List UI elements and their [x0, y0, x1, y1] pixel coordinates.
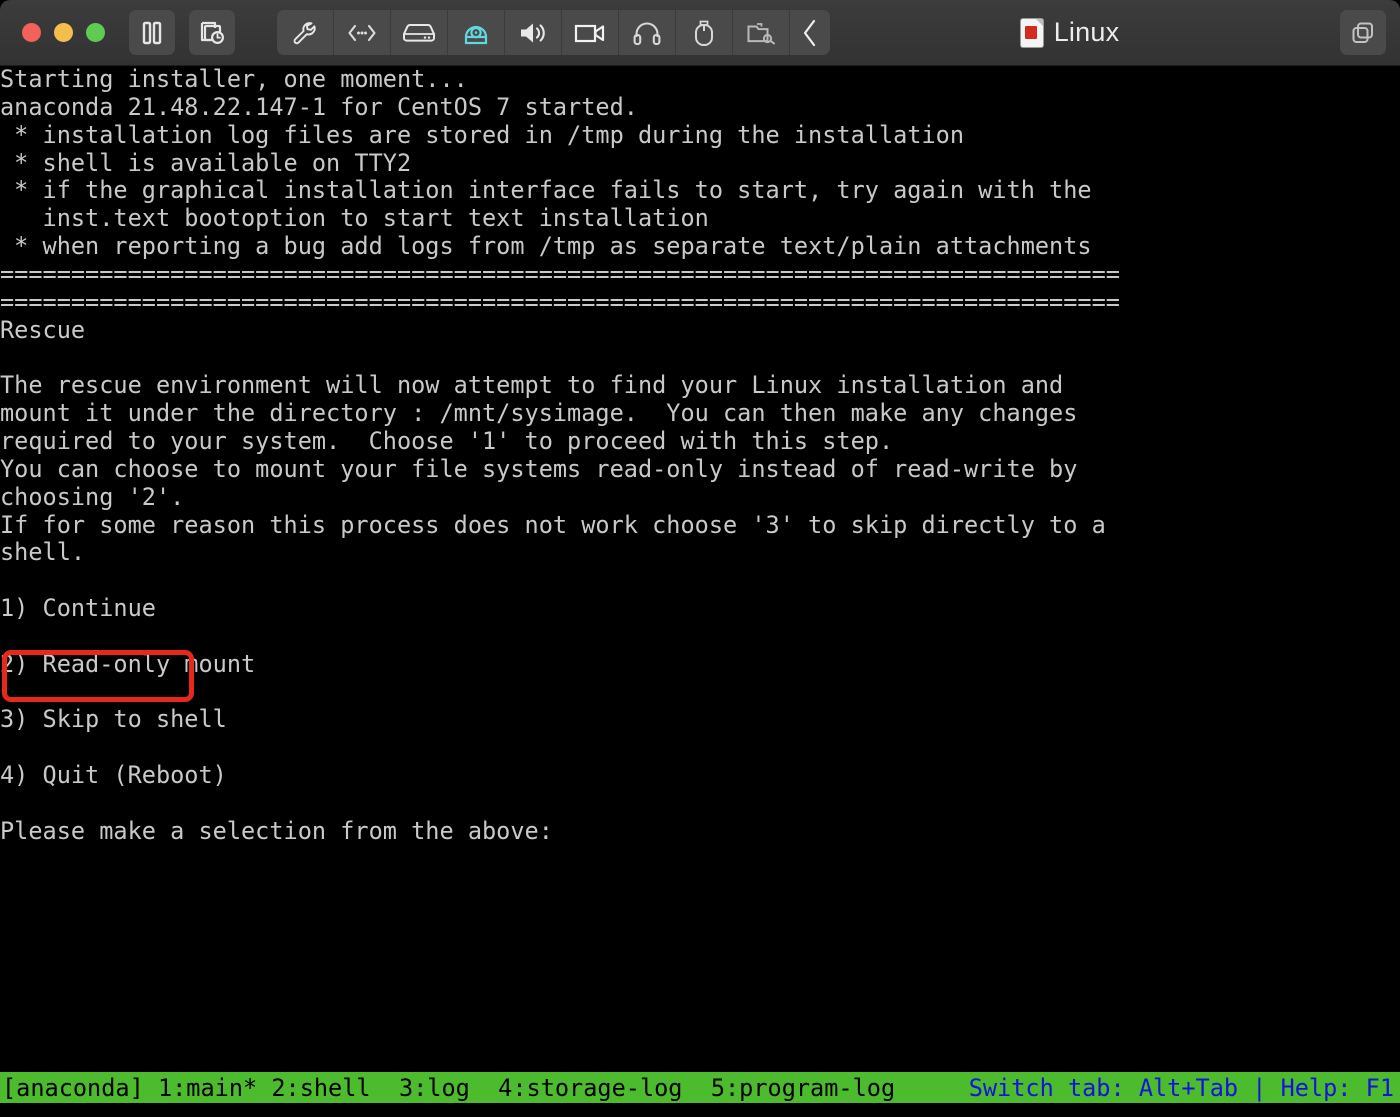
- view-mode-button[interactable]: [1340, 10, 1386, 55]
- mouse-icon: [695, 20, 713, 46]
- hard-disk-button[interactable]: [391, 10, 448, 55]
- pause-button[interactable]: [129, 10, 175, 55]
- sound-button[interactable]: [505, 10, 562, 55]
- maximize-button[interactable]: [86, 23, 105, 42]
- vm-window: Linux Starting installer, one moment... …: [0, 0, 1400, 1117]
- minimize-button[interactable]: [54, 23, 73, 42]
- tmux-tabs-list[interactable]: [anaconda] 1:main* 2:shell 3:log 4:stora…: [0, 1074, 895, 1102]
- headphones-button[interactable]: [619, 10, 676, 55]
- snapshot-clock-icon: [200, 21, 225, 44]
- video-camera-icon: [574, 24, 605, 42]
- snapshot-button[interactable]: [189, 10, 235, 55]
- cd-dvd-button[interactable]: [448, 10, 505, 55]
- hard-disk-icon: [403, 23, 435, 42]
- speaker-icon: [521, 23, 545, 42]
- traffic-light-group: [22, 23, 105, 42]
- cd-dvd-icon: [464, 25, 488, 44]
- tmux-status-bar: [anaconda] 1:main* 2:shell 3:log 4:stora…: [0, 1072, 1400, 1103]
- shared-folder-icon: [747, 22, 775, 44]
- close-button[interactable]: [22, 23, 41, 42]
- windows-stack-icon: [1352, 22, 1373, 43]
- tmux-help-hint: Switch tab: Alt+Tab | Help: F1: [968, 1073, 1394, 1102]
- camera-button[interactable]: [562, 10, 619, 55]
- settings-button[interactable]: [277, 10, 334, 55]
- console-output: Starting installer, one moment... anacon…: [0, 66, 1120, 845]
- window-titlebar: Linux: [0, 0, 1400, 66]
- window-title-area: Linux: [800, 17, 1340, 48]
- window-title: Linux: [1053, 17, 1120, 47]
- headphones-icon: [633, 22, 661, 45]
- network-button[interactable]: [334, 10, 391, 55]
- pause-icon: [142, 21, 162, 44]
- wrench-icon: [293, 21, 316, 44]
- view-controls: [1340, 10, 1386, 55]
- vm-console-screen[interactable]: Starting installer, one moment... anacon…: [0, 66, 1400, 1117]
- network-arrows-icon: [348, 24, 376, 41]
- shared-folder-button[interactable]: [733, 10, 790, 55]
- vm-document-icon: [1020, 18, 1043, 47]
- usb-mouse-button[interactable]: [676, 10, 733, 55]
- vm-control-buttons: [129, 10, 235, 55]
- device-toolbar: [277, 10, 830, 55]
